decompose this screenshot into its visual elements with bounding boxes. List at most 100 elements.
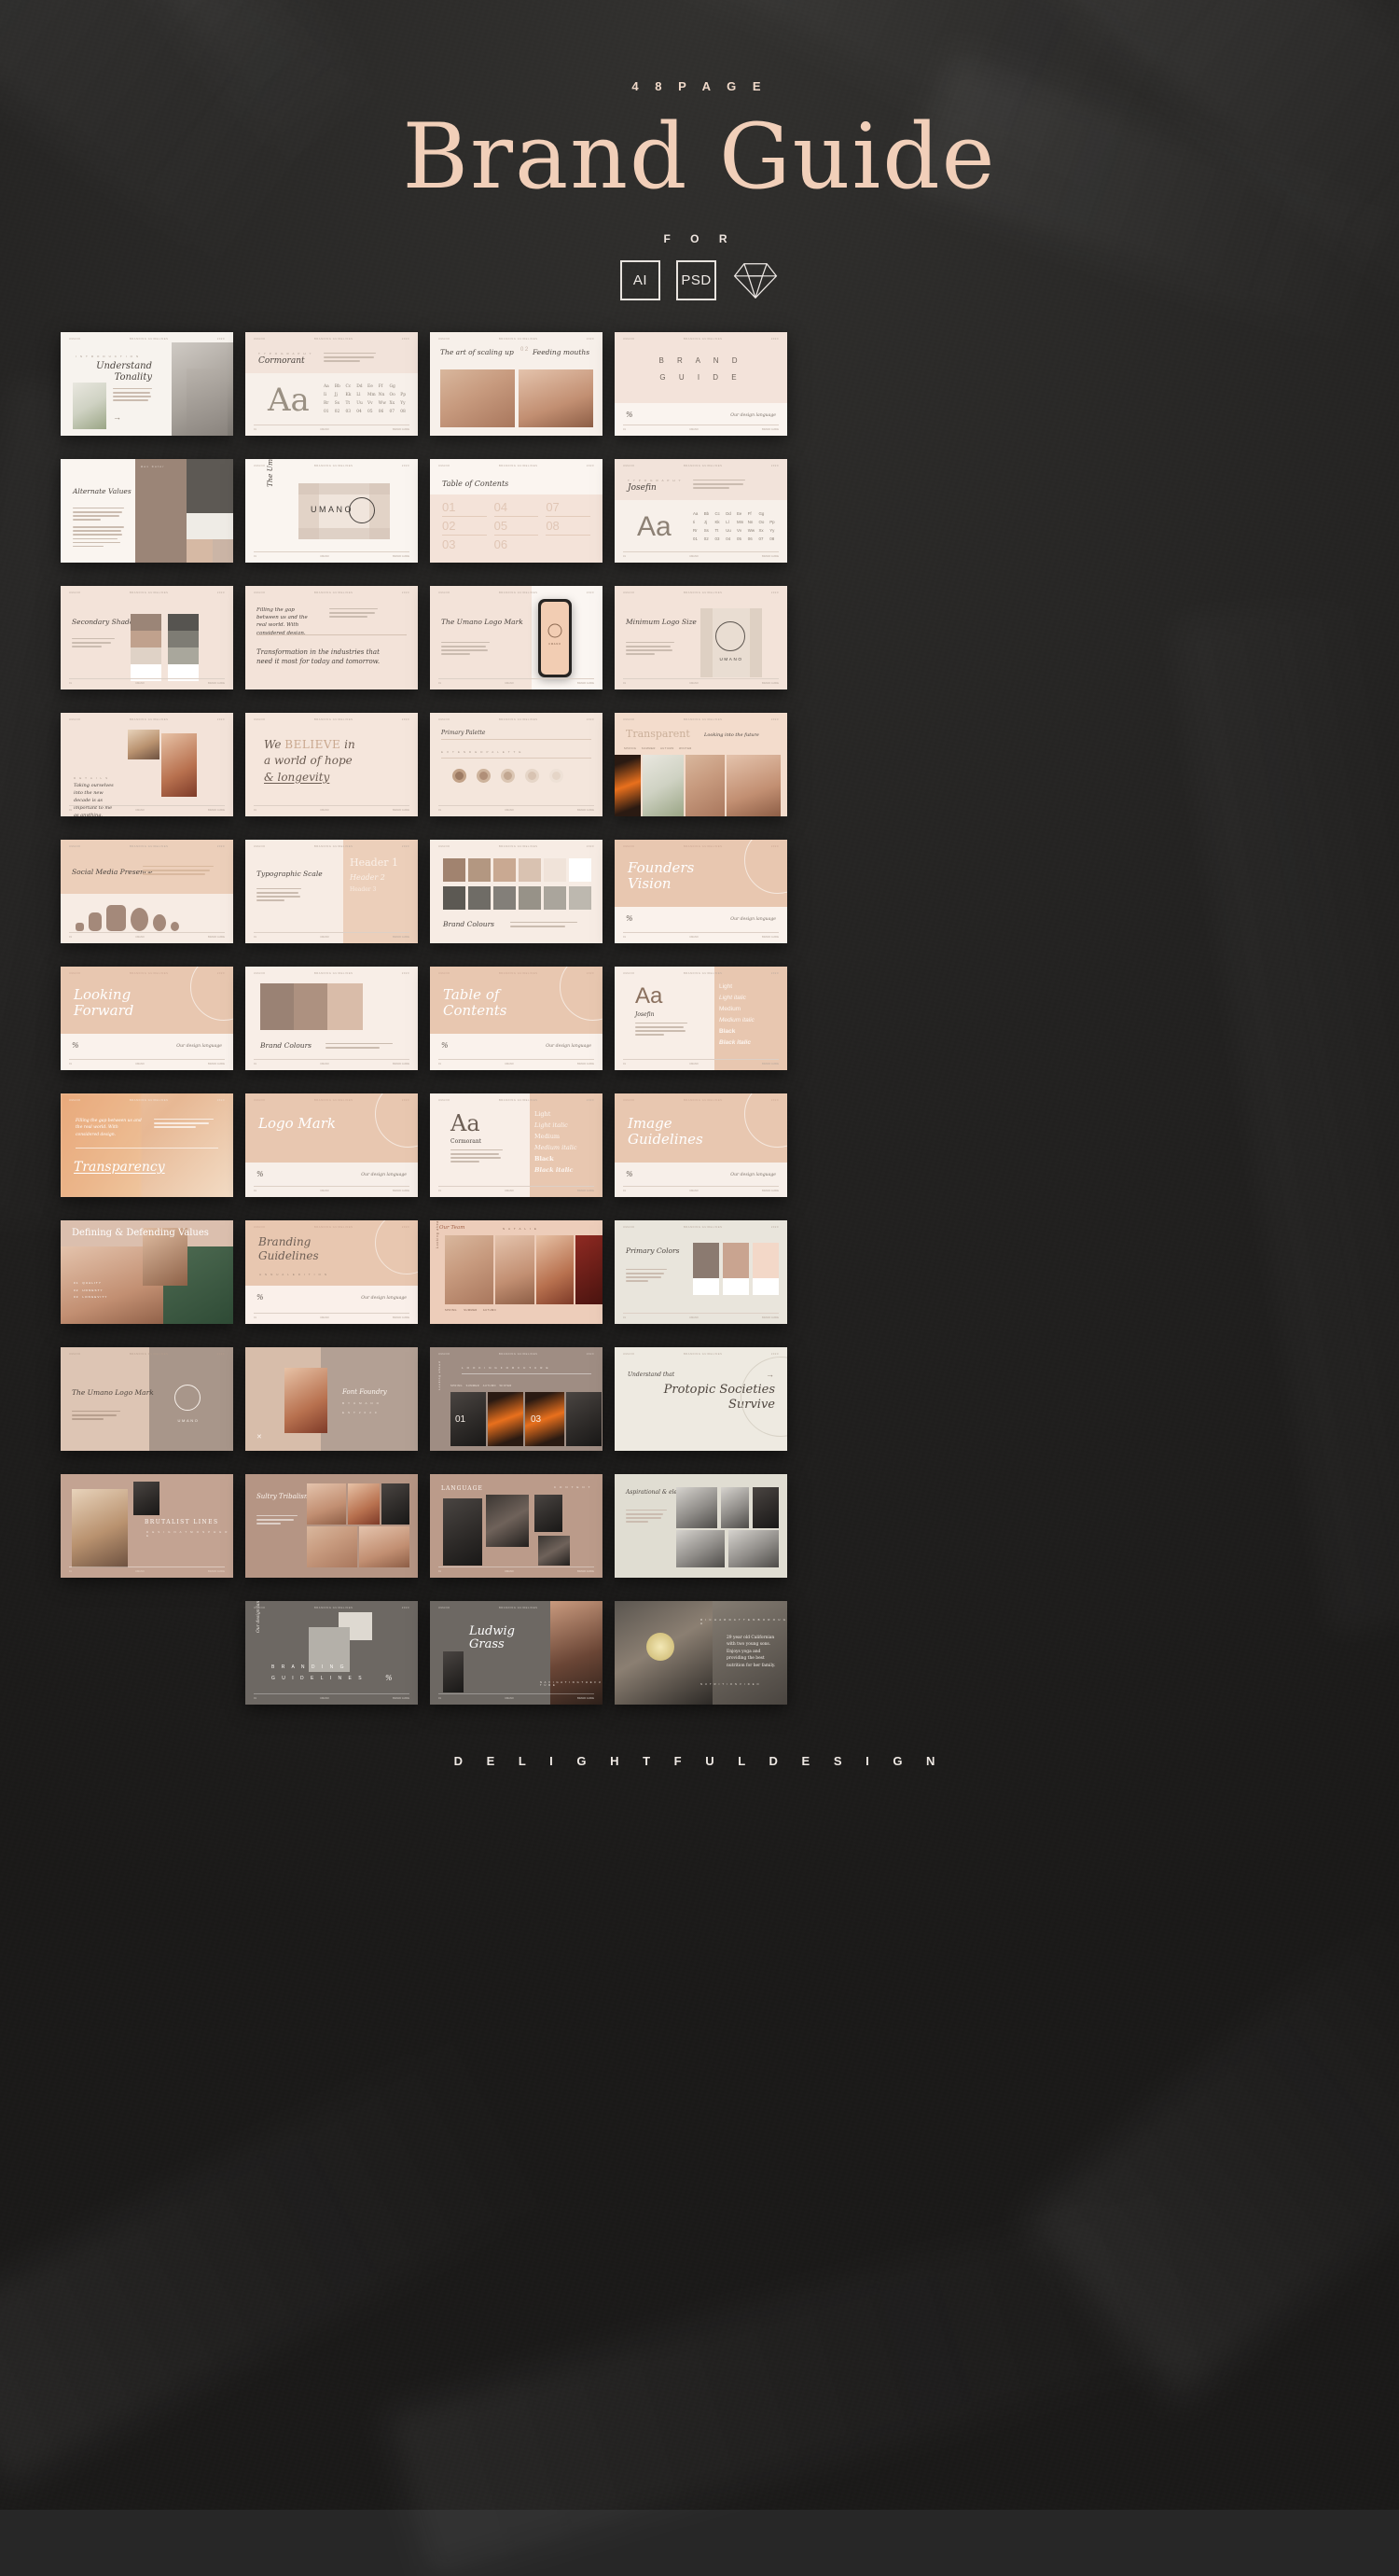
slide-details-photos[interactable]: UMANO BRANDING GUIDELINES 2020 D E T A I L… (61, 712, 233, 816)
mini-footer-left: 01 (254, 1696, 256, 1700)
mini-header-center: BRANDING GUIDELINES (313, 971, 353, 975)
slide-brand-colours-grid[interactable]: UMANO BRANDING GUIDELINES 2020 Brand Colou… (430, 839, 603, 943)
slide10-lead: Filling the gap between us and the real … (256, 606, 308, 636)
slide-image-guidelines[interactable]: UMANO BRANDING GUIDELINES 2020 Image Guide… (615, 1093, 787, 1197)
slide-founders-vision[interactable]: UMANO BRANDING GUIDELINES 2020 Founders Vi… (615, 839, 787, 943)
mini-footer-right: BRAND GUIDE (392, 935, 409, 939)
slide20-title: Founders Vision (628, 858, 695, 892)
mini-header-center: BRANDING GUIDELINES (683, 971, 723, 975)
slide-alternate-values[interactable]: Alternate Values Hex Color (61, 458, 233, 563)
slide-protopic-societies[interactable]: UMANO BRANDING GUIDELINES 2020 Understand … (615, 1346, 787, 1451)
slide-umano-logo-mark-phone[interactable]: UMANO BRANDING GUIDELINES 2020 The Umano L… (430, 585, 603, 689)
slide-defining-defending-values[interactable]: Defining & Defending Values 01 QUALITY 02… (61, 1219, 233, 1324)
slide-social-media-presence[interactable]: UMANO BRANDING GUIDELINES 2020 Social Medi… (61, 839, 233, 943)
slide-primary-colors-three[interactable]: UMANO BRANDING GUIDELINES 2020 Primary Col… (615, 1219, 787, 1324)
mini-header-right: 2020 (216, 844, 225, 848)
slide-brand-colours-three[interactable]: UMANO BRANDING GUIDELINES 2020 Brand Colou… (245, 966, 418, 1070)
toc-entry[interactable]: 06 (494, 537, 539, 551)
mini-footer-right: BRAND GUIDE (761, 1062, 779, 1065)
slide-secondary-shades[interactable]: UMANO BRANDING GUIDELINES 2020 Secondary S… (61, 585, 233, 689)
toc-entry[interactable]: 04 (493, 500, 539, 517)
mini-header-right: 2020 (401, 337, 409, 341)
slide27-specimen: Aa (450, 1109, 480, 1136)
slide-fire-numbers[interactable]: UMANO BRANDING GUIDELINES 2020 L O O K I N… (430, 1346, 603, 1451)
slide-transparency-cover[interactable]: UMANO BRANDING GUIDELINES 2020 Filling the… (61, 1093, 233, 1197)
slide-brutalist-lines[interactable]: BRUTALIST LINES D E S I G N A T M O S P … (61, 1473, 233, 1578)
slide-our-team[interactable]: Our Team N A T A L I E Looking ahead SPR… (430, 1219, 603, 1324)
mini-header-right: 2020 (770, 971, 779, 975)
slide41-l2: G U I D E L I N E S (271, 1675, 365, 1681)
mini-header-left: UMANO (623, 1352, 635, 1356)
mini-footer-center: UMANO (689, 1062, 699, 1065)
mini-header-left: UMANO (69, 337, 81, 341)
palette-swatch (501, 768, 515, 783)
mini-header-center: BRANDING GUIDELINES (313, 464, 353, 467)
slide-ludwig-grass[interactable]: UMANOBRANDING GUIDELINES2020 Ludwig Gras… (430, 1600, 603, 1705)
mini-footer-left: 01 (254, 935, 256, 939)
slide-umano-logo-mark-2[interactable]: UMANO BRANDING GUIDELINES 2020 The Umano L… (61, 1346, 233, 1451)
mini-header-left: UMANO (623, 844, 635, 848)
slide8-eyebrow: T Y P O G R A P H Y (628, 478, 683, 482)
ai-badge[interactable]: AI (620, 259, 660, 300)
toc-entry[interactable]: 02 (442, 519, 487, 536)
slide-brand-guide-cover[interactable]: UMANO BRANDING GUIDELINES 2020 B R A N D G… (615, 331, 787, 436)
mini-header-right: 2020 (216, 591, 225, 594)
slide-transformation-quote[interactable]: UMANO BRANDING GUIDELINES 2020 Filling the… (245, 585, 418, 689)
mini-header-center: BRANDING GUIDELINES (313, 337, 353, 341)
slide-typographic-scale[interactable]: UMANO BRANDING GUIDELINES 2020 Typographic… (245, 839, 418, 943)
slide39-sub: C O N T E N T (553, 1484, 591, 1489)
mini-header-left: UMANO (254, 591, 266, 594)
sketch-diamond-icon[interactable] (732, 260, 779, 300)
mini-header-left: UMANO (69, 844, 81, 848)
slide-the-umano-logo[interactable]: UMANO BRANDING GUIDELINES 2020 The Umano L… (245, 458, 418, 563)
slide31-captions: SPRING SUMMER AUTUMN (445, 1308, 496, 1312)
slide-branding-guidelines[interactable]: UMANO BRANDING GUIDELINES 2020 Branding Gu… (245, 1219, 418, 1324)
slide-cormorant-weights[interactable]: UMANO BRANDING GUIDELINES 2020 Aa Cormoran… (430, 1093, 603, 1197)
mini-header-right: 2020 (401, 844, 409, 848)
slide-table-of-contents-1[interactable]: UMANO BRANDING GUIDELINES 2020 Table of Co… (430, 458, 603, 563)
mini-footer-left: 01 (438, 681, 441, 685)
slide-art-of-scaling-up[interactable]: UMANO BRANDING GUIDELINES 2020 The art of … (430, 331, 603, 436)
slide42-sub: N A V I G A T I N G T H E F U T U R E (540, 1680, 602, 1687)
mini-footer-left: 01 (254, 554, 256, 558)
slide9-title: Secondary Shades (72, 617, 138, 626)
psd-badge[interactable]: PSD (676, 259, 716, 300)
toc-entry[interactable]: 08 (546, 519, 590, 536)
format-badges: AI PSD (0, 259, 1399, 300)
mini-header-left: UMANO (438, 464, 450, 467)
slide-aspirational-elegant[interactable]: Aspirational & elegant (615, 1473, 787, 1578)
toc-entry[interactable]: 05 (493, 519, 539, 536)
slide-branding-guidelines-dark[interactable]: UMANO BRANDING GUIDELINES 2020 Our design … (245, 1600, 418, 1705)
slide-understand-tonality[interactable]: UMANO BRANDING GUIDELINES 2020 I N T R O D… (61, 331, 233, 436)
mini-header-center: BRANDING GUIDELINES (683, 717, 723, 721)
slide3-subtitle: Feeding mouths (533, 347, 590, 356)
toc-entry[interactable]: 07 (546, 500, 590, 517)
mini-header-left: UMANO (254, 337, 266, 341)
slide-font-foundry[interactable]: Font Foundry B Y U M A N O E S T 2 0 2 0… (245, 1346, 418, 1451)
slide-transparent-moodboard[interactable]: UMANO BRANDING GUIDELINES 2020 Transparent… (615, 712, 787, 816)
slide28-tagline: Our design language (730, 1172, 776, 1177)
slide-language-moodboard[interactable]: LANGUAGE C O N T E N T 01 UMANO BRAND GUID… (430, 1473, 603, 1578)
slide-logo-mark-cover[interactable]: UMANO BRANDING GUIDELINES 2020 Logo Mark %… (245, 1093, 418, 1197)
slide25-lead: Filling the gap between us and the real … (76, 1118, 142, 1138)
toc-entry[interactable]: 01 (442, 500, 487, 517)
mini-header-center: BRANDING GUIDELINES (313, 1606, 353, 1609)
slide-we-believe-quote[interactable]: UMANO BRANDING GUIDELINES 2020 We BELIEVE … (245, 712, 418, 816)
toc-entry[interactable]: 03 (442, 537, 487, 551)
slide2-eyebrow: T Y P O G R A P H Y (258, 351, 313, 355)
slide-typography-cormorant[interactable]: UMANO BRANDING GUIDELINES 2020 T Y P O G R… (245, 331, 418, 436)
slide-sultry-tribalism[interactable]: Sultry Tribalism (245, 1473, 418, 1578)
slide-looking-forward[interactable]: UMANO BRANDING GUIDELINES 2020 Looking For… (61, 966, 233, 1070)
slide-primary-palette[interactable]: UMANO BRANDING GUIDELINES 2020 Primary Pal… (430, 712, 603, 816)
x-mark-icon: ✕ (256, 1433, 262, 1441)
slide18-title: Typographic Scale (256, 869, 323, 878)
slide-lemon-portrait[interactable]: R I C H A R D A T T E N B O R O U G H 29… (615, 1600, 787, 1705)
slide-minimum-logo-size[interactable]: UMANO BRANDING GUIDELINES 2020 Minimum Log… (615, 585, 787, 689)
slide-table-of-contents-2[interactable]: UMANO BRANDING GUIDELINES 2020 Table of Co… (430, 966, 603, 1070)
mini-header-right: 2020 (586, 717, 594, 721)
mini-header-right: 2020 (770, 591, 779, 594)
slide-josefin-weights[interactable]: UMANO BRANDING GUIDELINES 2020 Aa Josefin … (615, 966, 787, 1070)
color-swatch (327, 982, 363, 1030)
mini-footer-left: 01 (69, 1569, 72, 1573)
slide-typography-josefin[interactable]: UMANO BRANDING GUIDELINES 2020 T Y P O G R… (615, 458, 787, 563)
